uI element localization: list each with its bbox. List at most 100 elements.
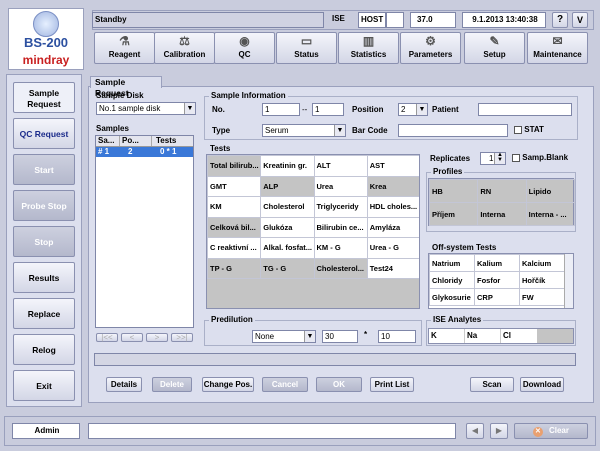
- no-to-input[interactable]: 1: [312, 103, 344, 116]
- collapse-button[interactable]: V: [572, 12, 588, 28]
- profile-cell[interactable]: Interna: [477, 202, 527, 226]
- last-page-icon[interactable]: >>|: [171, 333, 193, 342]
- prev-page-icon[interactable]: <: [121, 333, 143, 342]
- type-label: Type: [212, 126, 231, 135]
- change-pos-button[interactable]: Change Pos.: [202, 377, 254, 392]
- ise-item-k[interactable]: K: [429, 329, 465, 343]
- predilution-select[interactable]: None ▼: [252, 330, 316, 343]
- sidebar-qc-request[interactable]: QC Request: [13, 118, 75, 149]
- statistics-button[interactable]: ▥ Statistics: [338, 32, 399, 64]
- test-cell[interactable]: ALT: [313, 155, 368, 177]
- test-cell[interactable]: Cholesterol...: [313, 257, 368, 279]
- test-cell[interactable]: Kreatinin gr.: [260, 155, 315, 177]
- offsystem-cell[interactable]: Natrium: [429, 254, 475, 272]
- test-cell[interactable]: Triglyceridy: [313, 196, 368, 218]
- profile-cell[interactable]: Příjem: [428, 202, 479, 226]
- predilution-value1[interactable]: 30: [322, 330, 358, 343]
- prev-message-icon[interactable]: ◀: [466, 423, 484, 439]
- offsystem-cell[interactable]: Glykosurie: [429, 288, 475, 306]
- stepper-arrows-icon[interactable]: ▲ ▼: [494, 152, 505, 164]
- offsystem-cell[interactable]: Fosfor: [474, 271, 520, 289]
- no-from-input[interactable]: 1: [262, 103, 300, 116]
- offsystem-cell[interactable]: Kalcium: [519, 254, 565, 272]
- delete-button[interactable]: Delete: [152, 377, 192, 392]
- ise-item-na[interactable]: Na: [465, 329, 501, 343]
- test-row: GMT ALP Urea Krea: [207, 175, 419, 197]
- offsystem-scrollbar[interactable]: [564, 254, 573, 308]
- profile-cell[interactable]: Lipido: [525, 179, 576, 203]
- col-header-tests[interactable]: Tests: [152, 136, 193, 146]
- next-page-icon[interactable]: >: [146, 333, 168, 342]
- test-cell[interactable]: Celková bil...: [207, 216, 262, 238]
- tab-sample-request[interactable]: Sample Request: [90, 76, 162, 98]
- clear-button[interactable]: ✕ Clear: [514, 423, 588, 439]
- test-cell[interactable]: C reaktivní ...: [207, 237, 262, 259]
- scan-button[interactable]: Scan: [470, 377, 514, 392]
- qc-button[interactable]: ◉ QC: [214, 32, 275, 64]
- test-cell[interactable]: Amyláza: [366, 216, 419, 238]
- sidebar-results[interactable]: Results: [13, 262, 75, 293]
- predilution-value2[interactable]: 10: [378, 330, 416, 343]
- test-cell[interactable]: GMT: [207, 175, 262, 197]
- ise-item-cl[interactable]: Cl: [501, 329, 537, 343]
- test-cell[interactable]: Krea: [366, 175, 419, 197]
- position-select[interactable]: 2 ▼: [398, 103, 428, 116]
- sidebar-stop[interactable]: Stop: [13, 226, 75, 257]
- test-cell[interactable]: TP - G: [207, 257, 262, 279]
- replicates-stepper[interactable]: 1 ▲ ▼: [480, 152, 506, 165]
- profile-cell[interactable]: HB: [428, 179, 479, 203]
- test-cell[interactable]: Cholesterol: [260, 196, 315, 218]
- offsystem-cell[interactable]: Chloridy: [429, 271, 475, 289]
- sidebar-replace[interactable]: Replace: [13, 298, 75, 329]
- test-cell[interactable]: Urea: [313, 175, 368, 197]
- test-cell[interactable]: TG - G: [260, 257, 315, 279]
- test-cell[interactable]: KM: [207, 196, 262, 218]
- ok-button[interactable]: OK: [316, 377, 362, 392]
- first-page-icon[interactable]: |<<: [96, 333, 118, 342]
- offsystem-cell[interactable]: FW: [519, 288, 565, 306]
- samp-blank-checkbox[interactable]: Samp.Blank: [512, 153, 568, 162]
- test-cell[interactable]: Glukóza: [260, 216, 315, 238]
- download-button[interactable]: Download: [520, 377, 564, 392]
- qc-icon: ◉: [239, 34, 250, 48]
- sidebar-probe-stop[interactable]: Probe Stop: [13, 190, 75, 221]
- profile-cell[interactable]: RN: [477, 179, 527, 203]
- calibration-button[interactable]: ⚖ Calibration: [154, 32, 215, 64]
- next-message-icon[interactable]: ▶: [490, 423, 508, 439]
- test-cell[interactable]: Bilirubin ce...: [313, 216, 368, 238]
- print-list-button[interactable]: Print List: [370, 377, 414, 392]
- maintenance-button[interactable]: ✉ Maintenance: [527, 32, 588, 64]
- help-button[interactable]: ?: [552, 12, 568, 28]
- sidebar-start[interactable]: Start: [13, 154, 75, 185]
- sidebar-sample-request[interactable]: Sample Request: [13, 82, 75, 113]
- setup-button[interactable]: ✎ Setup: [464, 32, 525, 64]
- patient-input[interactable]: [478, 103, 572, 116]
- test-cell[interactable]: Total bilirub...: [207, 155, 262, 177]
- sample-disk-select[interactable]: No.1 sample disk ▼: [96, 102, 196, 115]
- offsystem-cell[interactable]: CRP: [474, 288, 520, 306]
- test-cell[interactable]: Test24: [366, 257, 419, 279]
- parameters-button[interactable]: ⚙ Parameters: [400, 32, 461, 64]
- test-cell[interactable]: HDL choles...: [366, 196, 419, 218]
- test-cell[interactable]: ALP: [260, 175, 315, 197]
- test-cell[interactable]: Urea - G: [366, 237, 419, 259]
- stat-checkbox[interactable]: STAT: [514, 125, 544, 134]
- sidebar-relog[interactable]: Relog: [13, 334, 75, 365]
- predilution-times: *: [364, 330, 368, 339]
- table-row[interactable]: # 1 2 0 * 1: [96, 147, 193, 157]
- test-cell[interactable]: AST: [366, 155, 419, 177]
- offsystem-cell[interactable]: Hořčík: [519, 271, 565, 289]
- details-button[interactable]: Details: [106, 377, 142, 392]
- status-button[interactable]: ▭ Status: [276, 32, 337, 64]
- col-header-position[interactable]: Po...: [120, 136, 152, 146]
- offsystem-cell[interactable]: Kalium: [474, 254, 520, 272]
- type-select[interactable]: Serum ▼: [262, 124, 346, 137]
- test-cell[interactable]: Alkal. fosfat...: [260, 237, 315, 259]
- barcode-input[interactable]: [398, 124, 508, 137]
- test-cell[interactable]: KM - G: [313, 237, 368, 259]
- cancel-button[interactable]: Cancel: [262, 377, 308, 392]
- profile-cell[interactable]: Interna - ...: [525, 202, 576, 226]
- sidebar-exit[interactable]: Exit: [13, 370, 75, 401]
- col-header-sample[interactable]: Sa...: [96, 136, 120, 146]
- reagent-button[interactable]: ⚗ Reagent: [94, 32, 155, 64]
